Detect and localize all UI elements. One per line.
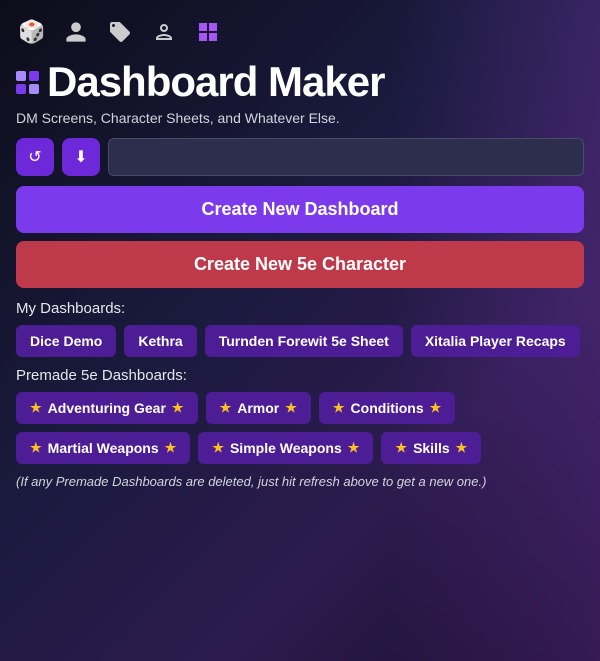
dashboard-kethra[interactable]: Kethra (124, 325, 196, 357)
star-icon-right: ★ (430, 400, 442, 416)
star-icon-right: ★ (456, 440, 468, 456)
premade-dashboards-label: Premade 5e Dashboards: (16, 367, 584, 384)
d20-icon[interactable]: 🎲 (16, 16, 48, 48)
app-header: Dashboard Maker DM Screens, Character Sh… (16, 58, 584, 126)
dashboard-xitalia[interactable]: Xitalia Player Recaps (411, 325, 580, 357)
star-icon-left: ★ (333, 400, 345, 416)
star-icon-left: ★ (30, 440, 42, 456)
star-icon-right: ★ (348, 440, 360, 456)
user-icon[interactable] (60, 16, 92, 48)
star-icon-right: ★ (172, 400, 184, 416)
premade-armor[interactable]: ★ Armor ★ (206, 392, 311, 424)
title-icon (16, 71, 39, 94)
dashboard-turnden[interactable]: Turnden Forewit 5e Sheet (205, 325, 403, 357)
app-subtitle: DM Screens, Character Sheets, and Whatev… (16, 110, 584, 126)
footer-note: (If any Premade Dashboards are deleted, … (16, 474, 584, 489)
glasses-icon[interactable] (148, 16, 180, 48)
search-input[interactable] (108, 138, 584, 176)
star-icon-left: ★ (212, 440, 224, 456)
download-button[interactable]: ⬇ (62, 138, 100, 176)
my-dashboards-label: My Dashboards: (16, 300, 584, 317)
app-title: Dashboard Maker (47, 58, 384, 106)
my-dashboards-group: Dice Demo Kethra Turnden Forewit 5e Shee… (16, 325, 584, 357)
premade-conditions[interactable]: ★ Conditions ★ (319, 392, 455, 424)
tag-icon[interactable] (104, 16, 136, 48)
grid-icon[interactable] (192, 16, 224, 48)
star-icon-right: ★ (285, 400, 297, 416)
premade-martial-weapons[interactable]: ★ Martial Weapons ★ (16, 432, 190, 464)
premade-adventuring-gear[interactable]: ★ Adventuring Gear ★ (16, 392, 198, 424)
star-icon-left: ★ (220, 400, 232, 416)
create-character-button[interactable]: Create New 5e Character (16, 241, 584, 288)
star-icon-left: ★ (395, 440, 407, 456)
star-icon-left: ★ (30, 400, 42, 416)
search-row: ↺ ⬇ (16, 138, 584, 176)
premade-dashboards-group: ★ Adventuring Gear ★ ★ Armor ★ ★ Conditi… (16, 392, 584, 464)
premade-skills[interactable]: ★ Skills ★ (381, 432, 481, 464)
star-icon-right: ★ (165, 440, 177, 456)
top-nav: 🎲 (16, 10, 584, 58)
create-dashboard-button[interactable]: Create New Dashboard (16, 186, 584, 233)
dashboard-dice-demo[interactable]: Dice Demo (16, 325, 116, 357)
refresh-button[interactable]: ↺ (16, 138, 54, 176)
premade-simple-weapons[interactable]: ★ Simple Weapons ★ (198, 432, 373, 464)
